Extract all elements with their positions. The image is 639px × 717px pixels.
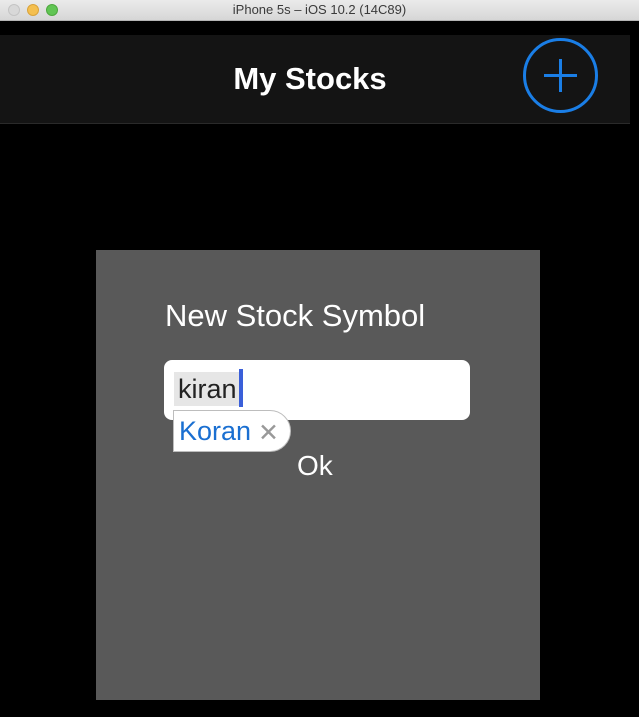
plus-circle-icon [544,59,577,92]
add-stock-button[interactable] [523,38,598,113]
text-caret [239,369,243,407]
new-stock-dialog: New Stock Symbol kiran Koran ✕ Ok [96,250,540,700]
nav-bar: My Stocks [0,35,630,124]
autocorrect-suggestion-text[interactable]: Koran [179,416,251,447]
stock-symbol-input-value: kiran [174,372,239,406]
close-icon[interactable]: ✕ [258,418,279,448]
ok-button[interactable]: Ok [297,450,333,482]
autocorrect-suggestion[interactable]: Koran ✕ [173,410,291,452]
window-title: iPhone 5s – iOS 10.2 (14C89) [232,2,407,17]
window-title-bar: iPhone 5s – iOS 10.2 (14C89) [0,0,639,21]
dialog-title: New Stock Symbol [165,298,426,333]
